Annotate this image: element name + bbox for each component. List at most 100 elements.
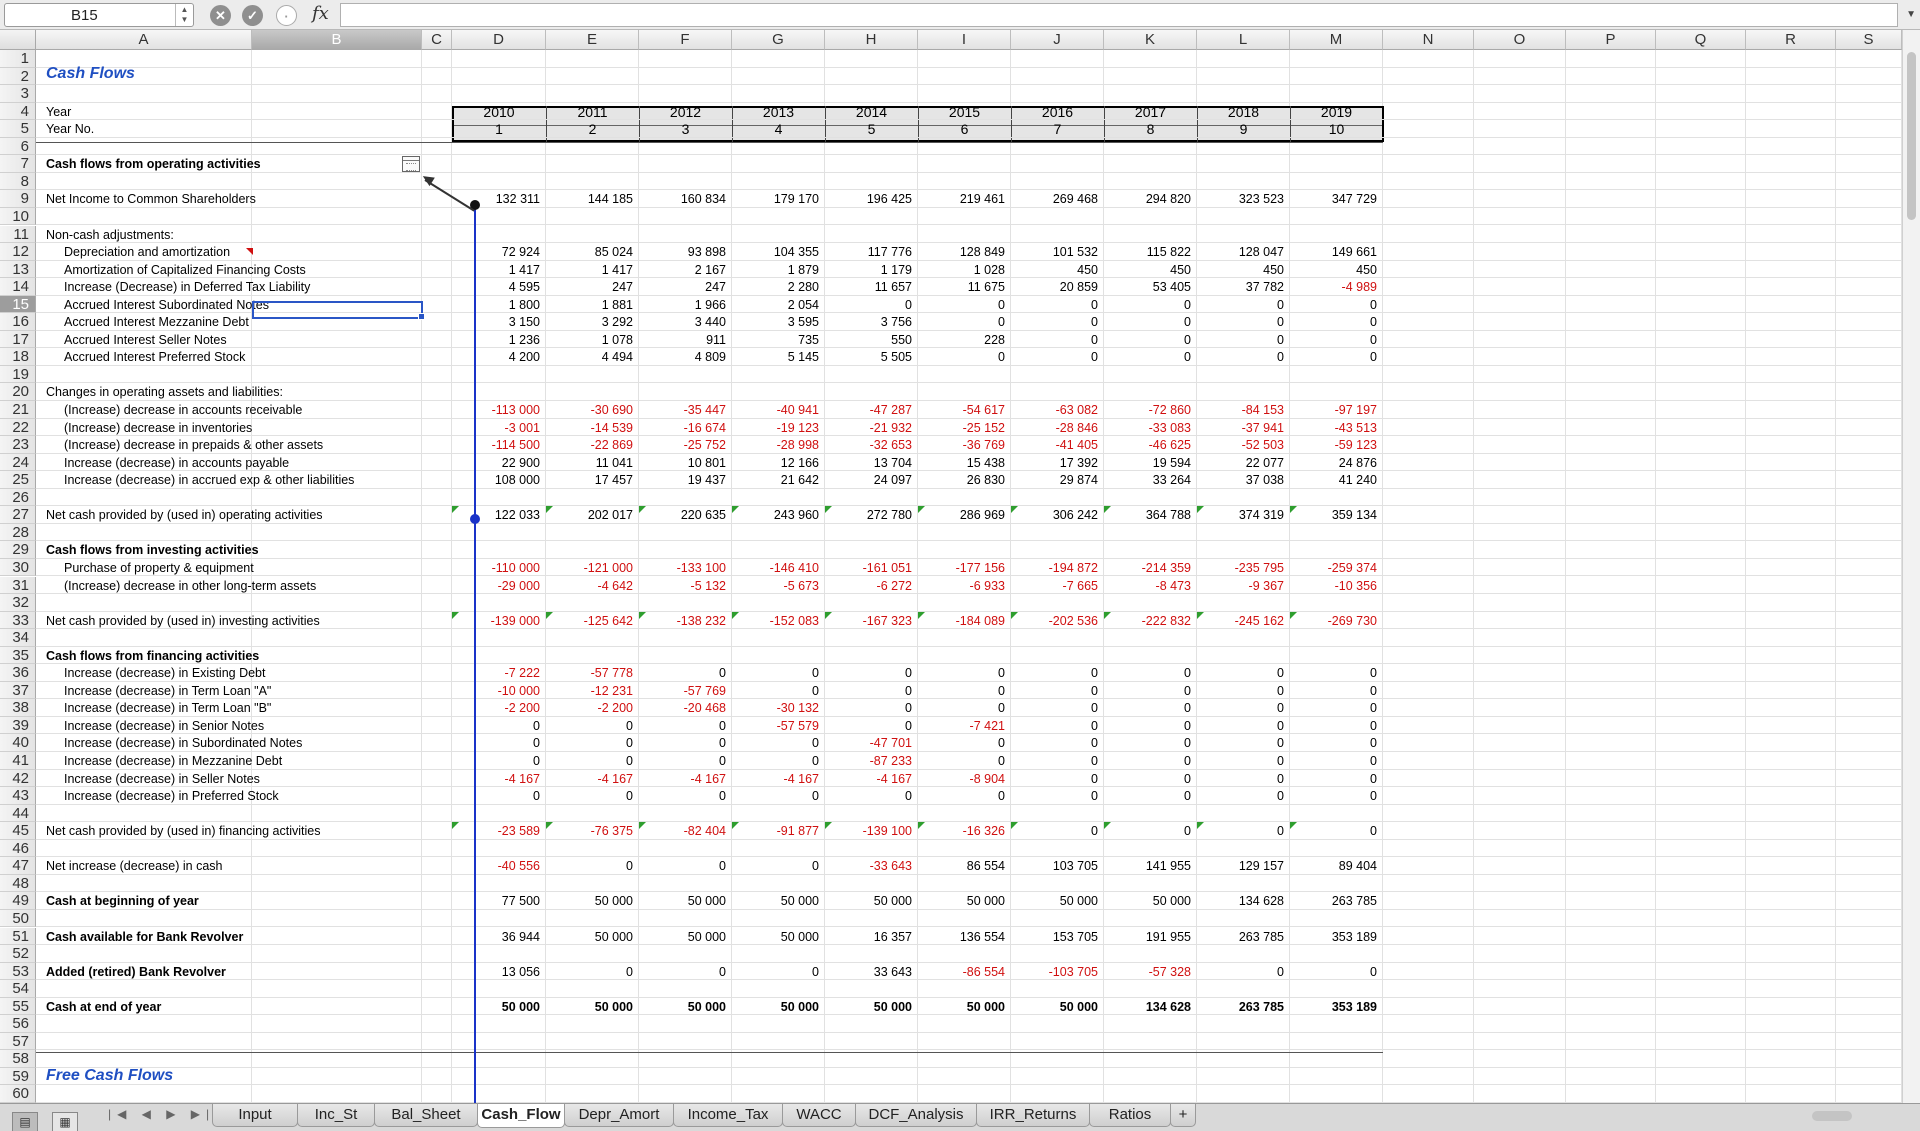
sheet-tab-bal-sheet[interactable]: Bal_Sheet bbox=[374, 1104, 478, 1127]
value-cell[interactable]: 0 bbox=[546, 734, 639, 751]
row-label[interactable]: Increase (decrease) in Preferred Stock bbox=[64, 787, 279, 804]
value-cell[interactable]: -33 083 bbox=[1104, 419, 1197, 436]
value-cell[interactable]: 3 756 bbox=[825, 313, 918, 330]
row-header[interactable]: 1 bbox=[0, 50, 36, 68]
value-cell[interactable]: 263 785 bbox=[1290, 892, 1383, 909]
row-header[interactable]: 50 bbox=[0, 909, 36, 928]
formula-expand-icon[interactable]: ▼ bbox=[1906, 9, 1916, 20]
row-header[interactable]: 16 bbox=[0, 313, 36, 331]
row-label[interactable]: Increase (decrease) in accounts payable bbox=[64, 454, 289, 471]
row-header[interactable]: 54 bbox=[0, 980, 36, 998]
value-cell[interactable]: 263 785 bbox=[1197, 928, 1290, 945]
value-cell[interactable]: 10 bbox=[1290, 120, 1383, 137]
value-cell[interactable]: 5 bbox=[825, 120, 918, 137]
value-cell[interactable]: -10 000 bbox=[452, 682, 546, 699]
column-header-m[interactable]: M bbox=[1290, 30, 1383, 50]
value-cell[interactable]: -114 500 bbox=[452, 436, 546, 453]
value-cell[interactable]: 179 170 bbox=[732, 190, 825, 207]
value-cell[interactable]: 1 417 bbox=[452, 261, 546, 278]
row-header[interactable]: 43 bbox=[0, 787, 36, 805]
column-header-s[interactable]: S bbox=[1836, 30, 1902, 50]
value-cell[interactable]: 50 000 bbox=[546, 928, 639, 945]
row-header[interactable]: 11 bbox=[0, 225, 36, 243]
value-cell[interactable]: 0 bbox=[1197, 296, 1290, 313]
value-cell[interactable]: 220 635 bbox=[639, 506, 732, 523]
value-cell[interactable]: 0 bbox=[546, 752, 639, 769]
value-cell[interactable]: 0 bbox=[1104, 331, 1197, 348]
value-cell[interactable]: -82 404 bbox=[639, 822, 732, 839]
value-cell[interactable]: 3 150 bbox=[452, 313, 546, 330]
value-cell[interactable]: -139 100 bbox=[825, 822, 918, 839]
row-header[interactable]: 17 bbox=[0, 330, 36, 349]
value-cell[interactable]: -184 089 bbox=[918, 612, 1011, 629]
value-cell[interactable]: 0 bbox=[1290, 331, 1383, 348]
value-cell[interactable]: 0 bbox=[1290, 734, 1383, 751]
row-label[interactable]: Net Income to Common Shareholders bbox=[46, 190, 256, 207]
value-cell[interactable]: 0 bbox=[639, 752, 732, 769]
value-cell[interactable]: 50 000 bbox=[639, 892, 732, 909]
value-cell[interactable]: 0 bbox=[825, 682, 918, 699]
cancel-icon[interactable]: ✕ bbox=[210, 5, 231, 26]
value-cell[interactable]: 1 028 bbox=[918, 261, 1011, 278]
value-cell[interactable]: 50 000 bbox=[1011, 998, 1104, 1015]
value-cell[interactable]: 0 bbox=[1290, 348, 1383, 365]
value-cell[interactable]: 0 bbox=[452, 734, 546, 751]
value-cell[interactable]: -28 998 bbox=[732, 436, 825, 453]
value-cell[interactable]: -36 769 bbox=[918, 436, 1011, 453]
value-cell[interactable]: 0 bbox=[1197, 699, 1290, 716]
value-cell[interactable]: 0 bbox=[825, 664, 918, 681]
value-cell[interactable]: -32 653 bbox=[825, 436, 918, 453]
value-cell[interactable]: 0 bbox=[1290, 752, 1383, 769]
value-cell[interactable]: 1 078 bbox=[546, 331, 639, 348]
value-cell[interactable]: 103 705 bbox=[1011, 857, 1104, 874]
value-cell[interactable]: -23 589 bbox=[452, 822, 546, 839]
column-header-f[interactable]: F bbox=[639, 30, 732, 50]
value-cell[interactable]: 17 392 bbox=[1011, 454, 1104, 471]
sheet-tab-irr-returns[interactable]: IRR_Returns bbox=[976, 1104, 1090, 1127]
row-header[interactable]: 9 bbox=[0, 190, 36, 208]
row-header[interactable]: 36 bbox=[0, 664, 36, 682]
value-cell[interactable]: 5 505 bbox=[825, 348, 918, 365]
value-cell[interactable]: 1 966 bbox=[639, 296, 732, 313]
value-cell[interactable]: 0 bbox=[1197, 331, 1290, 348]
value-cell[interactable]: 36 944 bbox=[452, 928, 546, 945]
value-cell[interactable]: -5 673 bbox=[732, 577, 825, 594]
value-cell[interactable]: 0 bbox=[918, 752, 1011, 769]
error-indicator-icon[interactable] bbox=[1104, 506, 1111, 514]
value-cell[interactable]: 3 bbox=[639, 120, 732, 137]
row-header[interactable]: 55 bbox=[0, 997, 36, 1016]
row-header[interactable]: 6 bbox=[0, 137, 36, 156]
value-cell[interactable]: 50 000 bbox=[732, 998, 825, 1015]
value-cell[interactable]: 0 bbox=[1104, 664, 1197, 681]
worksheet-link-icon[interactable] bbox=[402, 156, 420, 172]
row-label[interactable]: Accrued Interest Preferred Stock bbox=[64, 348, 245, 365]
value-cell[interactable]: 0 bbox=[825, 296, 918, 313]
value-cell[interactable]: 33 264 bbox=[1104, 471, 1197, 488]
normal-view-icon[interactable]: ▤ bbox=[12, 1112, 38, 1131]
value-cell[interactable]: -35 447 bbox=[639, 401, 732, 418]
value-cell[interactable]: -139 000 bbox=[452, 612, 546, 629]
column-header-i[interactable]: I bbox=[918, 30, 1011, 50]
value-cell[interactable]: 19 437 bbox=[639, 471, 732, 488]
value-cell[interactable]: 0 bbox=[732, 857, 825, 874]
value-cell[interactable]: -6 933 bbox=[918, 577, 1011, 594]
value-cell[interactable]: 134 628 bbox=[1104, 998, 1197, 1015]
value-cell[interactable]: 2013 bbox=[732, 103, 825, 120]
row-label[interactable]: (Increase) decrease in prepaids & other … bbox=[64, 436, 323, 453]
row-label[interactable]: Added (retired) Bank Revolver bbox=[46, 963, 226, 980]
column-header-g[interactable]: G bbox=[732, 30, 825, 50]
value-cell[interactable]: 0 bbox=[918, 296, 1011, 313]
row-header[interactable]: 8 bbox=[0, 172, 36, 191]
value-cell[interactable]: -9 367 bbox=[1197, 577, 1290, 594]
error-indicator-icon[interactable] bbox=[1197, 506, 1204, 514]
row-header[interactable]: 42 bbox=[0, 769, 36, 788]
value-cell[interactable]: 0 bbox=[546, 857, 639, 874]
value-cell[interactable]: 364 788 bbox=[1104, 506, 1197, 523]
value-cell[interactable]: 0 bbox=[1104, 787, 1197, 804]
row-label[interactable]: Accrued Interest Seller Notes bbox=[64, 331, 227, 348]
value-cell[interactable]: 0 bbox=[918, 699, 1011, 716]
row-header[interactable]: 58 bbox=[0, 1050, 36, 1068]
column-header-o[interactable]: O bbox=[1474, 30, 1566, 50]
value-cell[interactable]: 37 038 bbox=[1197, 471, 1290, 488]
value-cell[interactable]: 4 bbox=[732, 120, 825, 137]
